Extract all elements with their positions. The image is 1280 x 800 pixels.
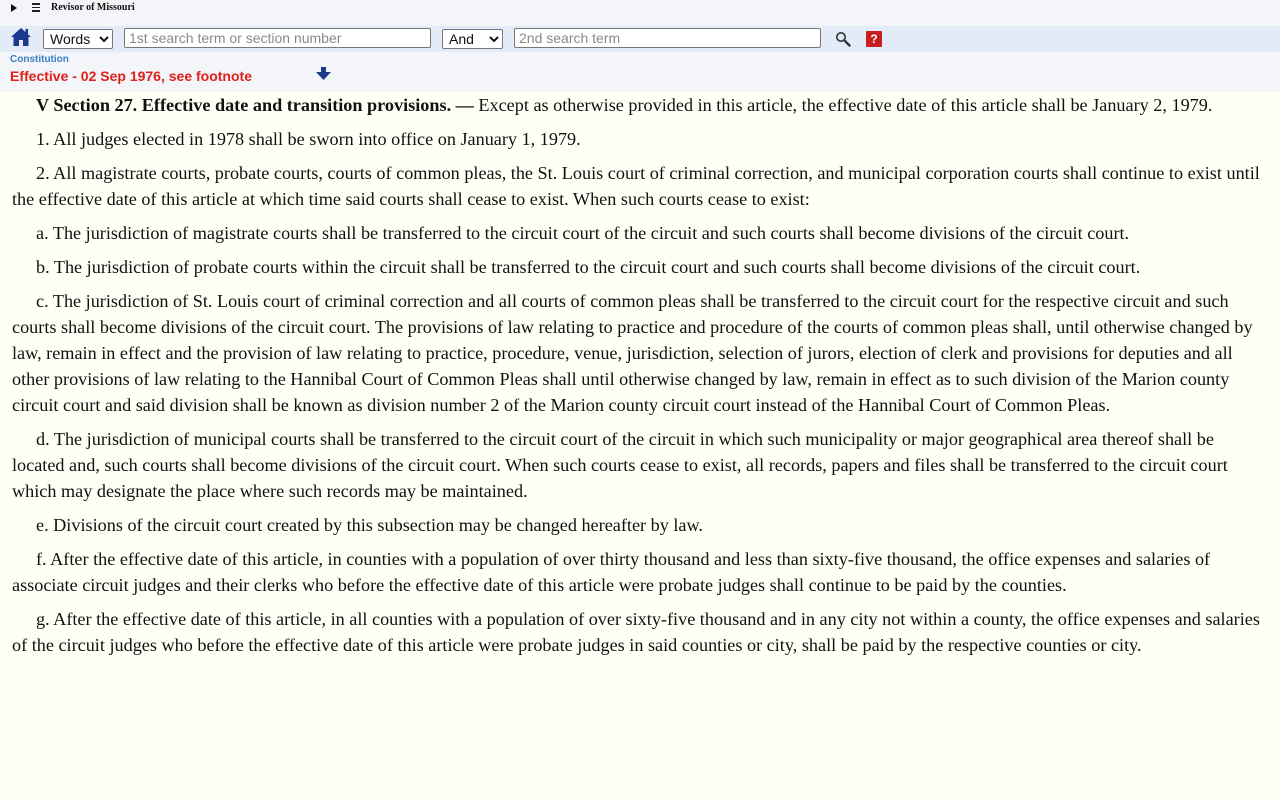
paragraph-2: 2. All magistrate courts, probate courts… xyxy=(12,163,1260,209)
paragraph-2f: f. After the effective date of this arti… xyxy=(12,549,1211,595)
section-intro: V Section 27. Effective date and transit… xyxy=(12,92,1268,118)
second-search-term-input[interactable] xyxy=(514,28,821,48)
hamburger-menu-icon[interactable] xyxy=(32,3,40,12)
paragraph-2b: b. The jurisdiction of probate courts wi… xyxy=(36,257,1141,277)
site-title[interactable]: Revisor of Missouri xyxy=(51,2,135,13)
paragraph-1: 1. All judges elected in 1978 shall be s… xyxy=(36,129,581,149)
paragraph-2e: e. Divisions of the circuit court create… xyxy=(36,515,703,535)
section-intro-text: Except as otherwise provided in this art… xyxy=(473,95,1213,115)
expand-triangle-icon[interactable] xyxy=(11,4,17,12)
effective-date-notice: Effective - 02 Sep 1976, see footnote xyxy=(10,68,252,84)
section-heading: V Section 27. Effective date and transit… xyxy=(36,95,474,115)
home-icon[interactable] xyxy=(10,27,32,47)
search-mode-select[interactable]: Words xyxy=(43,29,113,49)
paragraph-2a: a. The jurisdiction of magistrate courts… xyxy=(36,223,1130,243)
paragraph-2g: g. After the effective date of this arti… xyxy=(12,609,1260,655)
search-toolbar: Words And ? xyxy=(0,26,1280,52)
top-bar: Revisor of Missouri Words And ? Constitu… xyxy=(0,0,1280,92)
down-arrow-icon[interactable] xyxy=(316,67,331,81)
search-operator-select[interactable]: And xyxy=(442,29,503,49)
search-icon[interactable] xyxy=(835,31,851,47)
first-search-term-input[interactable] xyxy=(124,28,431,48)
paragraph-2c: c. The jurisdiction of St. Louis court o… xyxy=(12,291,1253,415)
breadcrumb[interactable]: Constitution xyxy=(10,54,69,65)
section-content: V Section 27. Effective date and transit… xyxy=(12,92,1268,666)
help-icon[interactable]: ? xyxy=(866,31,882,47)
paragraph-2d: d. The jurisdiction of municipal courts … xyxy=(12,429,1228,501)
